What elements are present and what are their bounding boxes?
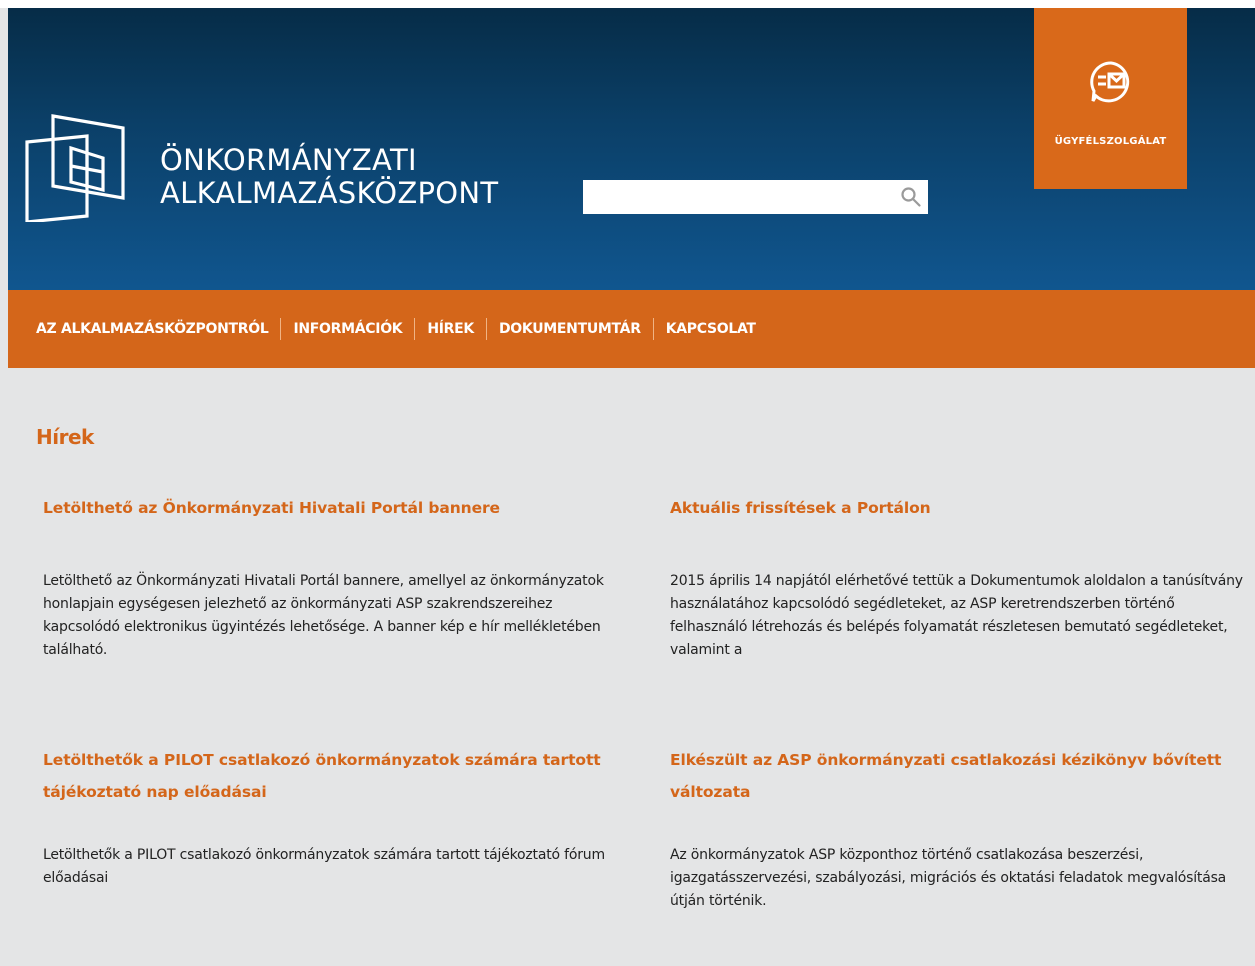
news-item: Letölthetők a PILOT csatlakozó önkormány… (43, 744, 613, 890)
news-item: Aktuális frissítések a Portálon 2015 ápr… (670, 492, 1255, 662)
news-title-link[interactable]: Letölthető az Önkormányzati Hivatali Por… (43, 492, 613, 524)
nav-separator (652, 318, 654, 340)
news-title-link[interactable]: Elkészült az ASP önkormányzati csatlakoz… (670, 744, 1255, 808)
search-icon[interactable] (894, 180, 928, 214)
nav-item-documents[interactable]: DOKUMENTUMTÁR (499, 321, 641, 337)
top-strip (0, 0, 1255, 8)
news-excerpt: 2015 április 14 napjától elérhetővé tett… (670, 573, 1243, 658)
envelope-chat-icon (1090, 61, 1130, 103)
news-excerpt: Letölthető az Önkormányzati Hivatali Por… (43, 573, 604, 658)
search-input[interactable] (583, 182, 894, 212)
logo-line-1: ÖNKORMÁNYZATI (160, 143, 417, 177)
news-title-link[interactable]: Aktuális frissítések a Portálon (670, 492, 1255, 524)
nav-item-news[interactable]: HÍREK (427, 321, 474, 337)
nav-separator (414, 318, 416, 340)
nav-item-about[interactable]: AZ ALKALMAZÁSKÖZPONTRÓL (36, 321, 269, 337)
logo-squares-icon[interactable] (25, 112, 129, 222)
news-excerpt: Letölthetők a PILOT csatlakozó önkormány… (43, 847, 605, 886)
news-excerpt: Az önkormányzatok ASP központhoz történő… (670, 847, 1227, 909)
nav-separator (485, 318, 487, 340)
nav-item-information[interactable]: INFORMÁCIÓK (293, 321, 402, 337)
page-title: Hírek (36, 425, 94, 449)
customer-service-button[interactable]: ÜGYFÉLSZOLGÁLAT (1034, 8, 1187, 189)
news-item: Letölthető az Önkormányzati Hivatali Por… (43, 492, 613, 662)
logo-line-2: ALKALMAZÁSKÖZPONT (160, 176, 499, 210)
news-title-link[interactable]: Letölthetők a PILOT csatlakozó önkormány… (43, 744, 613, 808)
site-logo-text[interactable]: ÖNKORMÁNYZATI ALKALMAZÁSKÖZPONT (160, 144, 498, 210)
search-bar (583, 180, 928, 214)
site-header: ÖNKORMÁNYZATI ALKALMAZÁSKÖZPONT ÜGYFÉLSZ… (8, 8, 1255, 290)
news-item: Elkészült az ASP önkormányzati csatlakoz… (670, 744, 1255, 913)
customer-service-label: ÜGYFÉLSZOLGÁLAT (1054, 136, 1167, 147)
nav-item-contact[interactable]: KAPCSOLAT (666, 321, 756, 337)
main-navigation: AZ ALKALMAZÁSKÖZPONTRÓL INFORMÁCIÓK HÍRE… (8, 290, 1255, 368)
nav-separator (280, 318, 282, 340)
